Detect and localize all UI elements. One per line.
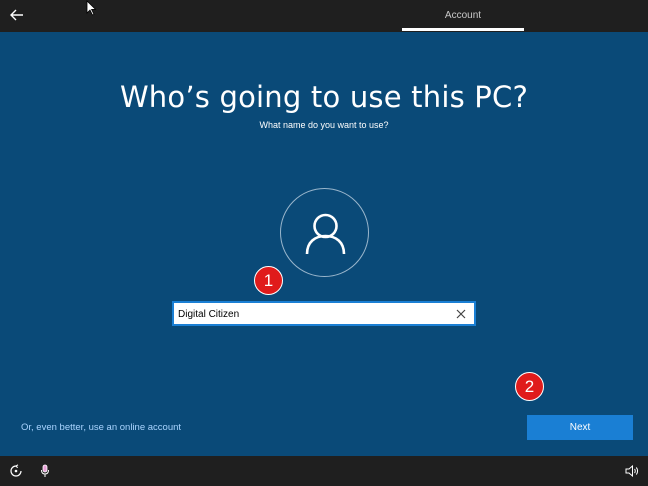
volume-icon[interactable] bbox=[625, 465, 639, 477]
back-arrow-icon[interactable] bbox=[6, 4, 28, 26]
user-icon bbox=[305, 213, 346, 255]
main-content: Who’s going to use this PC? What name do… bbox=[0, 32, 648, 456]
tab-active-indicator bbox=[402, 28, 524, 31]
page-subtitle: What name do you want to use? bbox=[259, 120, 389, 130]
online-account-link[interactable]: Or, even better, use an online account bbox=[21, 422, 181, 433]
step-badge-2: 2 bbox=[515, 372, 544, 401]
name-input[interactable] bbox=[178, 305, 448, 323]
ease-of-access-icon[interactable] bbox=[9, 464, 23, 478]
next-button[interactable]: Next bbox=[527, 415, 633, 440]
microphone-icon[interactable] bbox=[39, 464, 51, 478]
top-bar: Account bbox=[0, 0, 648, 32]
page-title: Who’s going to use this PC? bbox=[119, 80, 529, 114]
name-field[interactable] bbox=[172, 301, 476, 326]
bottom-bar bbox=[0, 456, 648, 486]
step-badge-1: 1 bbox=[254, 266, 283, 295]
close-icon[interactable] bbox=[454, 306, 468, 322]
avatar bbox=[280, 188, 369, 277]
mouse-cursor-icon bbox=[86, 0, 97, 16]
